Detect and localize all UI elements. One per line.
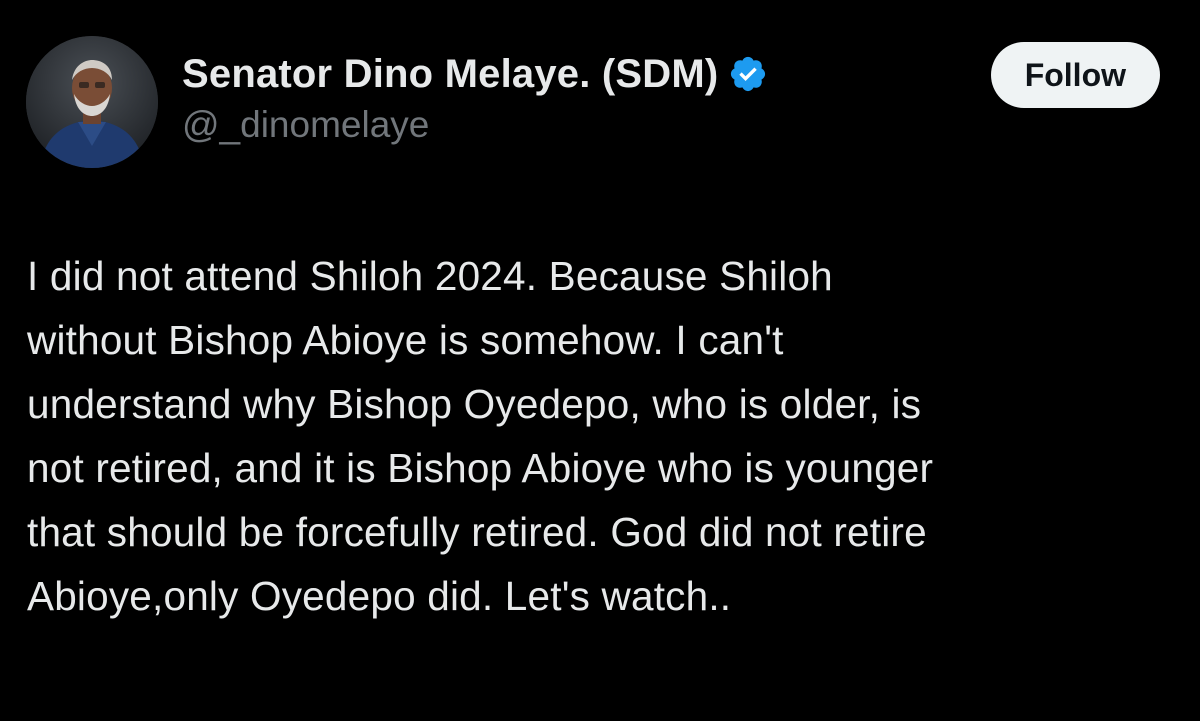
name-row: Senator Dino Melaye. (SDM) — [182, 50, 768, 98]
avatar[interactable] — [26, 36, 158, 168]
verified-badge-icon — [728, 54, 768, 94]
follow-button[interactable]: Follow — [990, 42, 1160, 108]
author-display-name[interactable]: Senator Dino Melaye. (SDM) — [182, 52, 718, 97]
profile-photo — [26, 36, 158, 168]
tweet-header: Senator Dino Melaye. (SDM) @_dinomelaye … — [26, 36, 1160, 168]
author-handle[interactable]: @_dinomelaye — [182, 104, 768, 146]
tweet-text: I did not attend Shiloh 2024. Because Sh… — [27, 253, 934, 619]
author-identity: Senator Dino Melaye. (SDM) @_dinomelaye — [182, 50, 768, 146]
